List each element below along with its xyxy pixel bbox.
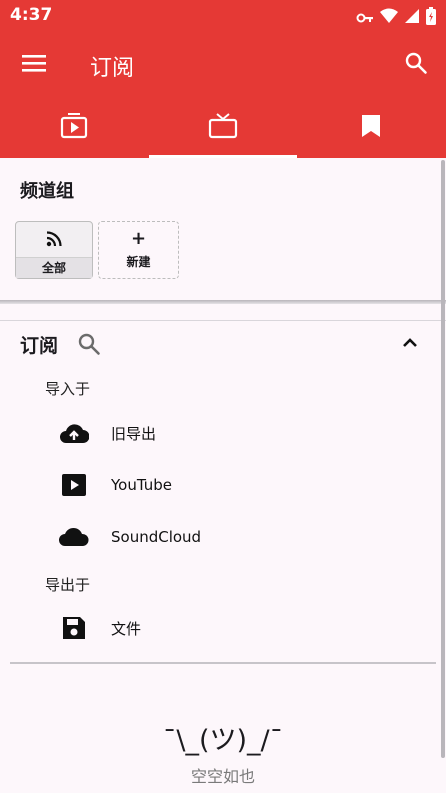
tab-trending[interactable] (0, 98, 148, 158)
subscriptions-heading: 订阅 (20, 335, 59, 357)
import-youtube-item[interactable]: YouTube (58, 467, 418, 503)
cloud-upload-icon (58, 417, 90, 449)
divider (10, 662, 436, 664)
vpn-key-icon (356, 9, 374, 28)
import-item-label: YouTube (111, 476, 172, 494)
export-file-item[interactable]: 文件 (58, 610, 418, 646)
signal-icon (404, 8, 420, 28)
import-item-label: 旧导出 (111, 424, 157, 443)
status-bar: 4:37 (0, 0, 446, 32)
status-time: 4:37 (10, 5, 53, 25)
channel-groups-section: 频道组 全部 + 新建 (0, 158, 446, 303)
section-divider-shadow (0, 300, 446, 304)
battery-icon (426, 7, 436, 29)
empty-state-text: 空空如也 (190, 767, 255, 786)
menu-icon[interactable] (22, 53, 46, 77)
scrollbar[interactable] (441, 160, 445, 758)
rss-feed-icon (16, 231, 92, 250)
group-all-card[interactable]: 全部 (15, 221, 93, 279)
export-item-label: 文件 (111, 619, 142, 638)
import-item-label: SoundCloud (111, 528, 202, 546)
import-previous-export-item[interactable]: 旧导出 (58, 415, 418, 451)
play-video-icon (60, 113, 88, 143)
chevron-up-icon[interactable] (400, 333, 420, 357)
youtube-icon (58, 469, 90, 501)
tab-subscriptions[interactable] (149, 98, 297, 158)
channel-groups-heading: 频道组 (20, 181, 74, 202)
export-to-label: 导出于 (45, 576, 91, 594)
soundcloud-icon (58, 521, 90, 553)
tab-bookmarks[interactable] (297, 98, 445, 158)
plus-icon: + (130, 228, 147, 249)
search-icon[interactable] (77, 332, 101, 360)
import-soundcloud-item[interactable]: SoundCloud (58, 519, 418, 555)
tab-bar (0, 98, 446, 158)
empty-state-emoticon: ¯\_(ツ)_/¯ (162, 725, 284, 756)
import-from-label: 导入于 (45, 380, 91, 398)
tv-icon (208, 113, 238, 143)
group-all-label: 全部 (16, 257, 92, 278)
divider (0, 320, 446, 321)
save-icon (58, 612, 90, 644)
bookmark-icon (361, 114, 381, 142)
group-new-label: 新建 (126, 255, 151, 269)
search-icon[interactable] (404, 51, 428, 79)
status-icons (356, 7, 436, 29)
wifi-icon (380, 8, 398, 28)
page-title: 订阅 (90, 56, 135, 81)
group-new-card[interactable]: + 新建 (98, 221, 179, 279)
app-bar: 订阅 (0, 32, 446, 98)
